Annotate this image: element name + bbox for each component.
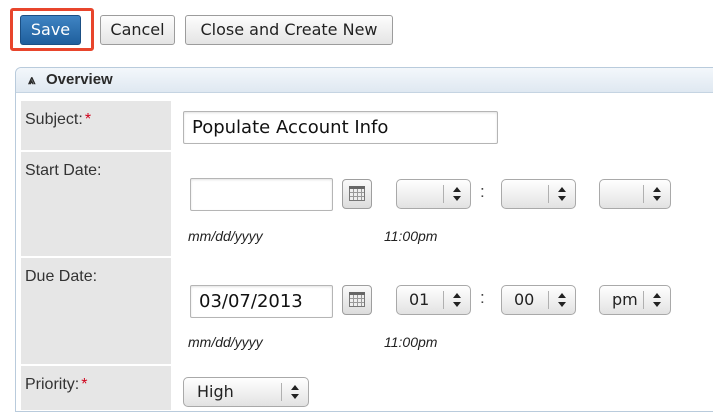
save-button[interactable]: Save: [20, 15, 81, 45]
time-colon: :: [480, 288, 485, 307]
priority-field-area: High: [171, 366, 701, 410]
due-date-input[interactable]: 03/07/2013: [190, 285, 333, 318]
due-date-field-area: 03/07/2013 01 : 00 pm mm/dd/yyyy 11:00pm: [171, 258, 701, 364]
select-arrows-icon: [557, 292, 567, 308]
subject-label: Subject:: [25, 111, 83, 128]
select-arrows-icon: [452, 292, 462, 308]
calendar-icon[interactable]: [342, 285, 372, 315]
time-format-hint: 11:00pm: [384, 334, 438, 350]
due-date-label: Due Date:: [25, 268, 98, 285]
select-arrows-icon: [652, 186, 662, 202]
double-chevron-up-icon[interactable]: ⩓: [28, 68, 35, 92]
start-date-label: Start Date:: [25, 162, 102, 179]
priority-label-cell: Priority: *: [21, 366, 171, 410]
start-date-field-area: : mm/dd/yyyy 11:00pm: [171, 152, 701, 256]
cancel-button[interactable]: Cancel: [100, 15, 175, 45]
form-toolbar: Save Cancel Close and Create New: [0, 0, 713, 60]
date-format-hint: mm/dd/yyyy: [188, 334, 263, 350]
subject-field-area: Populate Account Info: [171, 101, 701, 150]
select-arrows-icon: [452, 186, 462, 202]
start-date-input[interactable]: [190, 178, 333, 211]
required-marker: *: [81, 376, 88, 393]
due-meridiem-select[interactable]: pm: [599, 285, 671, 315]
priority-select[interactable]: High: [183, 377, 309, 407]
subject-input[interactable]: Populate Account Info: [183, 111, 498, 144]
select-arrows-icon: [290, 384, 300, 400]
due-date-label-cell: Due Date:: [21, 258, 171, 364]
due-minute-select[interactable]: 00: [501, 285, 576, 315]
time-colon: :: [480, 182, 485, 201]
priority-label: Priority:: [25, 376, 80, 393]
start-meridiem-select[interactable]: [599, 179, 671, 209]
date-format-hint: mm/dd/yyyy: [188, 228, 263, 244]
start-minute-select[interactable]: [501, 179, 576, 209]
overview-panel-header[interactable]: ⩓ Overview: [16, 68, 713, 93]
time-format-hint: 11:00pm: [384, 228, 438, 244]
overview-panel-title: Overview: [46, 71, 113, 88]
subject-label-cell: Subject: *: [21, 101, 171, 150]
start-date-label-cell: Start Date:: [21, 152, 171, 256]
start-hour-select[interactable]: [396, 179, 471, 209]
calendar-icon[interactable]: [342, 179, 372, 209]
due-hour-select[interactable]: 01: [396, 285, 471, 315]
close-and-create-new-button[interactable]: Close and Create New: [185, 15, 393, 45]
select-arrows-icon: [557, 186, 567, 202]
required-marker: *: [84, 111, 92, 128]
select-arrows-icon: [652, 292, 662, 308]
